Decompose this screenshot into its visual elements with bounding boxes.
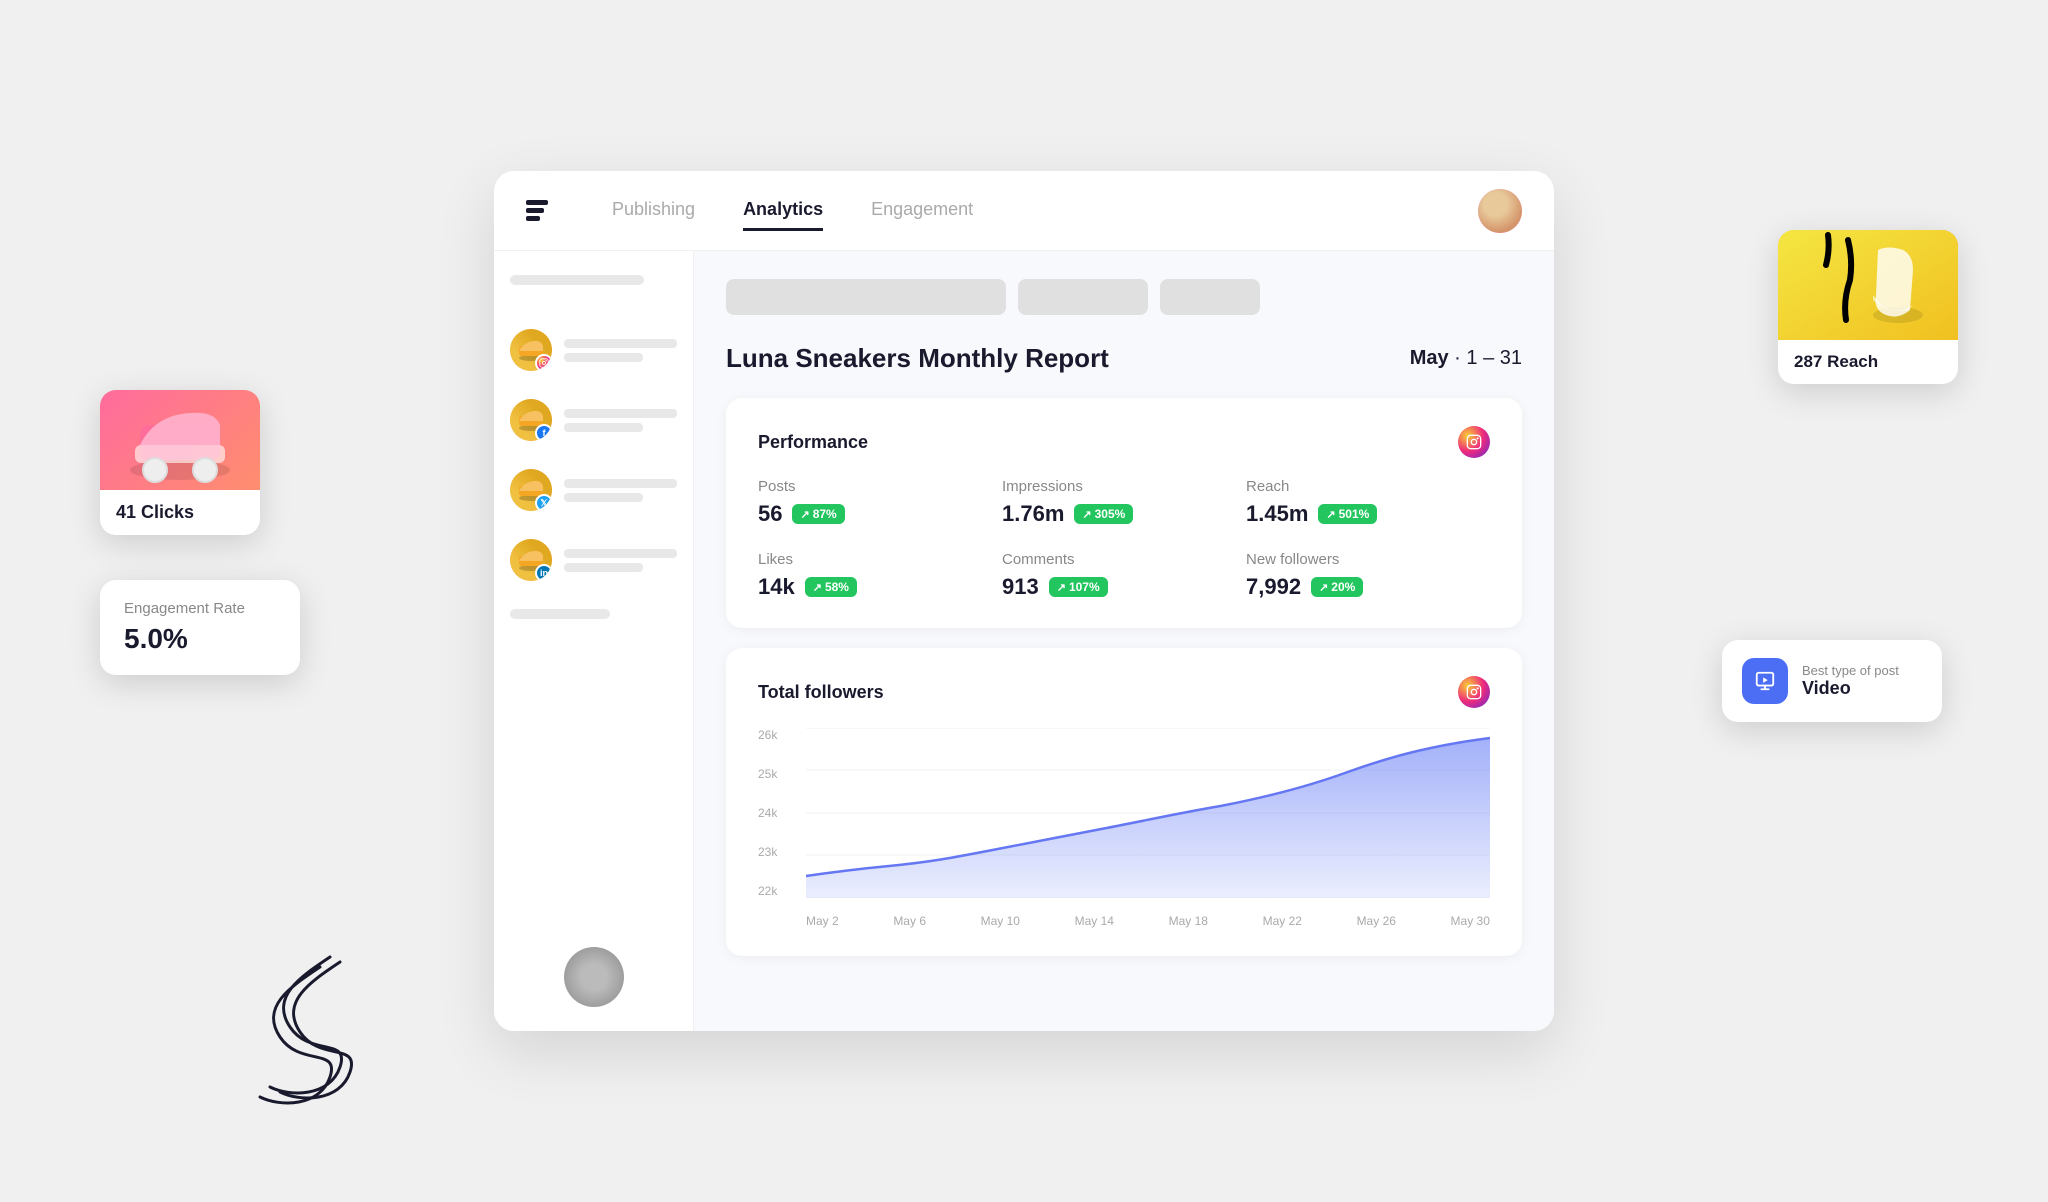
filter-skel-mid: [1018, 279, 1148, 315]
sidebar-lines-2: [564, 409, 677, 432]
sidebar-lines-4: [564, 549, 677, 572]
sidebar-line: [564, 493, 643, 502]
engagement-rate-label: Engagement Rate: [124, 600, 276, 617]
reach-image: [1778, 230, 1958, 340]
linkedin-badge: in: [535, 564, 552, 581]
sidebar-item-linkedin[interactable]: in: [510, 531, 677, 589]
sidebar-skel: [510, 609, 610, 619]
performance-ig-icon: [1458, 426, 1490, 458]
body-layout: f 𝕏: [494, 251, 1554, 1031]
metric-badge-comments: 107%: [1049, 577, 1108, 597]
metric-badge-posts: 87%: [792, 504, 844, 524]
best-post-value: Video: [1802, 678, 1899, 699]
linkedin-avatar: in: [510, 539, 552, 581]
metric-badge-reach: 501%: [1318, 504, 1377, 524]
chart-y-labels: 26k 25k 24k 23k 22k: [758, 728, 777, 898]
sidebar-line: [564, 549, 677, 558]
logo-icon: [526, 200, 548, 221]
instagram-badge: [535, 354, 552, 371]
sidebar-line: [564, 423, 643, 432]
avatar[interactable]: [1478, 189, 1522, 233]
metric-likes: Likes 14k 58%: [758, 551, 1002, 600]
best-post-label: Best type of post: [1802, 663, 1899, 678]
chart-area: [806, 728, 1490, 898]
sidebar-line: [564, 409, 677, 418]
main-content: Luna Sneakers Monthly Report May · 1 – 3…: [694, 251, 1554, 1031]
twitter-badge: 𝕏: [535, 494, 552, 511]
engagement-rate-value: 5.0%: [124, 623, 276, 655]
metric-reach: Reach 1.45m 501%: [1246, 478, 1490, 527]
filter-skel-narrow: [1160, 279, 1260, 315]
reach-card: 287 Reach: [1778, 230, 1958, 384]
metric-badge-followers: 20%: [1311, 577, 1363, 597]
metric-new-followers: New followers 7,992 20%: [1246, 551, 1490, 600]
clicks-label: 41 Clicks: [100, 490, 260, 535]
sidebar-line: [564, 563, 643, 572]
sidebar-item-instagram[interactable]: [510, 321, 677, 379]
best-post-card: Best type of post Video: [1722, 640, 1942, 722]
metric-posts: Posts 56 87%: [758, 478, 1002, 527]
report-title: Luna Sneakers Monthly Report: [726, 343, 1109, 374]
nav-tabs: Publishing Analytics Engagement: [612, 191, 1430, 231]
sidebar: f 𝕏: [494, 251, 694, 1031]
followers-ig-icon: [1458, 676, 1490, 708]
tab-publishing[interactable]: Publishing: [612, 191, 695, 231]
performance-title: Performance: [758, 426, 1490, 458]
metric-badge-impressions: 305%: [1074, 504, 1133, 524]
squiggle-decoration: [220, 937, 440, 1122]
main-card: Publishing Analytics Engagement: [494, 171, 1554, 1031]
filter-skel-wide: [726, 279, 1006, 315]
report-date: May · 1 – 31: [1410, 347, 1522, 370]
sidebar-item-twitter[interactable]: 𝕏: [510, 461, 677, 519]
sidebar-skeleton-top: [510, 275, 644, 285]
clicks-card: 41 Clicks: [100, 390, 260, 535]
metric-comments: Comments 913 107%: [1002, 551, 1246, 600]
performance-card: Performance Posts 56 87%: [726, 398, 1522, 628]
sidebar-lines-3: [564, 479, 677, 502]
sidebar-item-facebook[interactable]: f: [510, 391, 677, 449]
sidebar-line: [564, 353, 643, 362]
filter-bar: [726, 279, 1522, 315]
engagement-card: Engagement Rate 5.0%: [100, 580, 300, 675]
performance-grid: Posts 56 87% Impressions 1.76m 305%: [758, 478, 1490, 600]
followers-chart: 26k 25k 24k 23k 22k: [758, 728, 1490, 928]
followers-card: Total followers 26k 25k 24k: [726, 648, 1522, 956]
best-post-icon: [1742, 658, 1788, 704]
best-post-text: Best type of post Video: [1802, 663, 1899, 699]
facebook-avatar: f: [510, 399, 552, 441]
sidebar-line: [564, 339, 677, 348]
sidebar-lines-1: [564, 339, 677, 362]
sidebar-profile-circle[interactable]: [564, 947, 624, 1007]
sidebar-bottom: [510, 609, 677, 619]
metric-impressions: Impressions 1.76m 305%: [1002, 478, 1246, 527]
twitter-avatar: 𝕏: [510, 469, 552, 511]
clicks-image: [100, 390, 260, 490]
tab-engagement[interactable]: Engagement: [871, 191, 973, 231]
report-header: Luna Sneakers Monthly Report May · 1 – 3…: [726, 343, 1522, 374]
followers-title: Total followers: [758, 676, 1490, 708]
top-nav: Publishing Analytics Engagement: [494, 171, 1554, 251]
reach-label: 287 Reach: [1778, 340, 1958, 384]
metric-badge-likes: 58%: [805, 577, 857, 597]
chart-x-labels: May 2 May 6 May 10 May 14 May 18 May 22 …: [806, 914, 1490, 928]
tab-analytics[interactable]: Analytics: [743, 191, 823, 231]
sidebar-line: [564, 479, 677, 488]
facebook-badge: f: [535, 424, 552, 441]
instagram-avatar: [510, 329, 552, 371]
